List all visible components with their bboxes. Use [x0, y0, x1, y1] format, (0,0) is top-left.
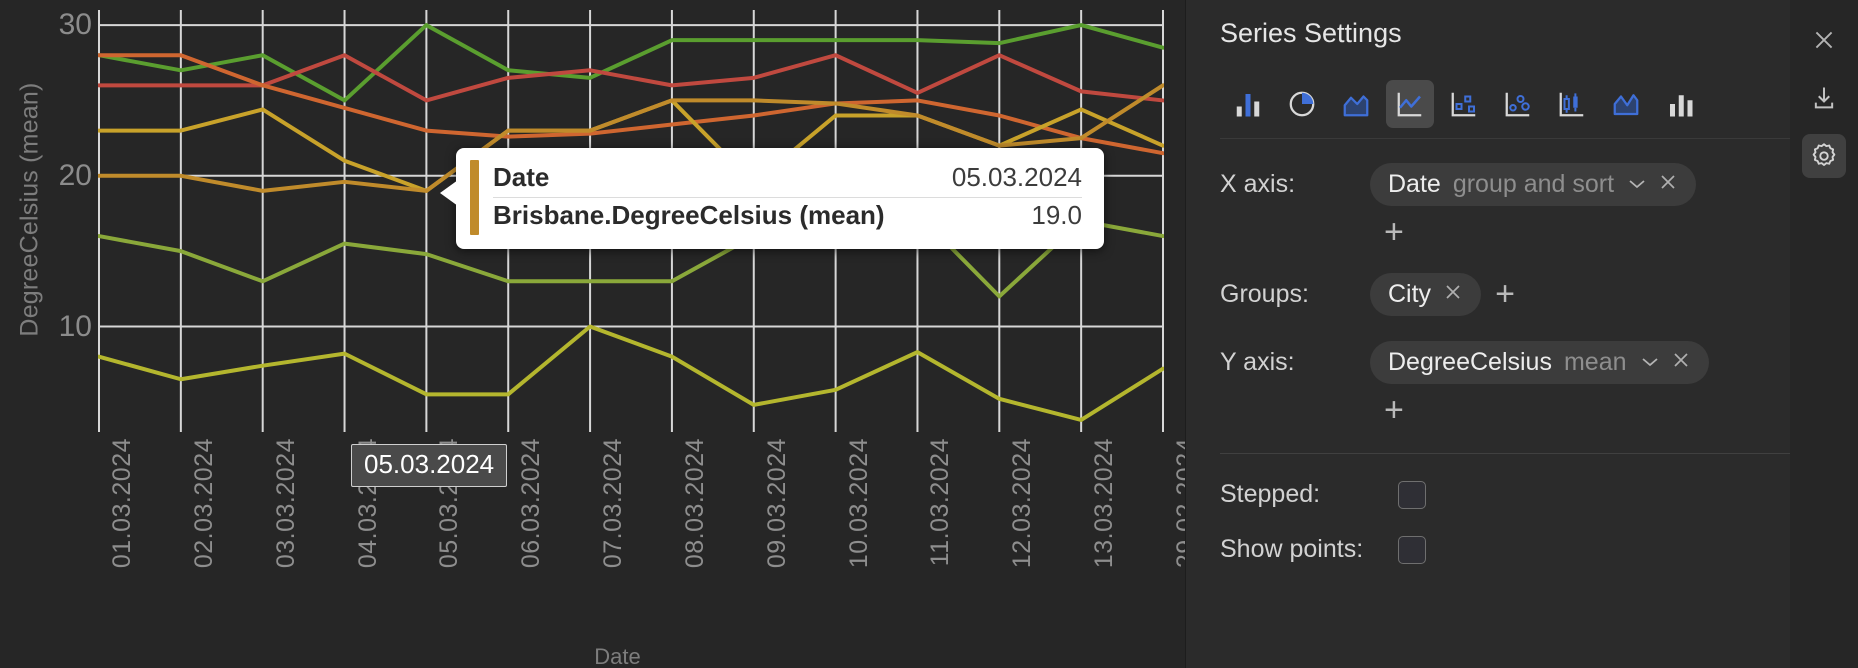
x-axis-chip-modifier: group and sort	[1452, 169, 1615, 198]
tooltip-row: Date 05.03.2024	[493, 160, 1082, 198]
y-axis-remove-icon[interactable]	[1671, 348, 1691, 377]
close-icon	[1815, 31, 1833, 49]
candlestick-chart-icon	[1559, 92, 1584, 117]
y-tick-label: 10	[58, 309, 92, 343]
chart-type-selector[interactable]	[1220, 74, 1824, 139]
x-tick-label: 02.03.2024	[189, 438, 218, 569]
x-tick-label: 08.03.2024	[680, 438, 709, 569]
pie-chart-icon	[1289, 91, 1315, 117]
settings-gear-icon	[1812, 143, 1836, 166]
x-axis-remove-icon[interactable]	[1658, 170, 1678, 199]
x-tick-label: 11.03.2024	[926, 438, 955, 567]
line-chart-icon	[1397, 92, 1422, 117]
chevron-down-icon[interactable]	[1628, 174, 1646, 195]
x-tick-label: 01.03.2024	[108, 438, 136, 569]
x-axis-field-row: X axis: Date group and sort	[1220, 161, 1822, 207]
groups-chip-name: City	[1388, 279, 1432, 308]
area-chart-icon	[1343, 95, 1369, 117]
tooltip-pointer	[440, 180, 458, 206]
x-tick-label: 13.03.2024	[1090, 438, 1119, 569]
chart-type-stacked-area-chart-button[interactable]	[1602, 80, 1650, 128]
chart-type-line-chart-button[interactable]	[1386, 80, 1434, 128]
tooltip-row-key: Date	[493, 162, 550, 192]
x-tick-label: 12.03.2024	[1008, 438, 1037, 569]
y-tick-label: 30	[58, 8, 92, 42]
panel-title: Series Settings	[1220, 17, 1402, 48]
scatter-square-chart-icon	[1451, 92, 1476, 117]
bubble-chart-icon	[1505, 92, 1530, 117]
x-tick-label: 09.03.2024	[762, 438, 791, 569]
tooltip-row-key: Brisbane.DegreeCelsius (mean)	[493, 200, 885, 230]
chart-type-area-chart-button[interactable]	[1332, 80, 1380, 128]
x-tick-label: 07.03.2024	[599, 438, 628, 569]
add-y-axis-button[interactable]: +	[1370, 393, 1418, 427]
y-axis-add-row: +	[1220, 393, 1822, 427]
x-axis-chip[interactable]: Date group and sort	[1370, 162, 1697, 206]
panel-divider	[1220, 453, 1822, 454]
close-window-button[interactable]	[1802, 18, 1846, 62]
y-axis-chip-modifier: mean	[1563, 347, 1627, 376]
y-axis-chip[interactable]: DegreeCelsius mean	[1370, 340, 1709, 384]
groups-remove-icon[interactable]	[1443, 280, 1463, 309]
app-root: DegreeCelsius (mean) 10 20 30 01.03.2024 02…	[0, 0, 1858, 668]
stepped-checkbox[interactable]	[1398, 480, 1426, 509]
chart-type-grouped-bar-chart-button[interactable]	[1656, 80, 1704, 128]
add-x-axis-button[interactable]: +	[1370, 215, 1418, 249]
y-axis-chip-name: DegreeCelsius	[1388, 347, 1552, 376]
show-points-checkbox[interactable]	[1398, 535, 1426, 564]
tooltip-row-value: 19.0	[1031, 200, 1082, 230]
show-points-option-row: Show points:	[1220, 535, 1822, 564]
right-rail	[1790, 0, 1858, 668]
bar-chart-icon	[1236, 94, 1260, 117]
grouped-bar-chart-icon	[1670, 95, 1693, 117]
y-axis-ticks: 10 20 30	[20, 8, 98, 432]
chart-pane: DegreeCelsius (mean) 10 20 30 01.03.2024 02…	[0, 0, 1200, 668]
chart-type-pie-chart-button[interactable]	[1278, 80, 1326, 128]
chart-type-candlestick-chart-button[interactable]	[1548, 80, 1596, 128]
groups-label: Groups:	[1220, 279, 1309, 308]
chart-type-scatter-square-chart-button[interactable]	[1440, 80, 1488, 128]
x-tick-label: 03.03.2024	[271, 438, 300, 569]
show-points-label: Show points:	[1220, 535, 1364, 563]
add-group-button[interactable]: +	[1481, 277, 1529, 311]
x-axis-label: X axis:	[1220, 169, 1296, 198]
y-axis-label: Y axis:	[1220, 347, 1295, 376]
stepped-label: Stepped:	[1220, 480, 1321, 508]
tooltip-row-value: 05.03.2024	[951, 162, 1082, 192]
x-axis-chip-name: Date	[1388, 169, 1441, 198]
panel-fields: X axis: Date group and sort + Groups: Ci…	[1186, 161, 1858, 564]
tooltip-rows: Date 05.03.2024 Brisbane.DegreeCelsius (me…	[493, 160, 1082, 235]
download-button[interactable]	[1802, 76, 1846, 120]
settings-button[interactable]	[1802, 134, 1846, 178]
chart-type-bubble-chart-button[interactable]	[1494, 80, 1542, 128]
chart-type-bar-chart-button[interactable]	[1224, 80, 1272, 128]
x-axis-add-row: +	[1220, 215, 1822, 249]
download-icon	[1814, 87, 1834, 109]
x-axis-ticks: 01.03.2024 02.03.2024 03.03.2024 04.03.2024…	[98, 438, 1200, 638]
chevron-down-icon[interactable]	[1641, 352, 1659, 373]
groups-chip[interactable]: City	[1370, 272, 1482, 316]
tooltip-row: Brisbane.DegreeCelsius (mean) 19.0	[493, 198, 1082, 235]
x-axis-title: Date	[594, 644, 641, 668]
x-tick-label: 10.03.2024	[844, 438, 873, 569]
y-tick-label: 20	[58, 158, 92, 192]
x-axis-highlight-label: 05.03.2024	[351, 444, 508, 487]
chart-tooltip: Date 05.03.2024 Brisbane.DegreeCelsius (me…	[456, 148, 1104, 249]
x-tick-label: 06.03.2024	[517, 438, 546, 569]
panel-header: Series Settings	[1186, 0, 1858, 66]
groups-field-row: Groups: City +	[1220, 271, 1822, 317]
y-axis-field-row: Y axis: DegreeCelsius mean	[1220, 339, 1822, 385]
series-settings-panel: Series Settings X axis: Date group and s…	[1185, 0, 1858, 668]
stacked-area-chart-icon	[1613, 94, 1639, 116]
tooltip-accent-bar	[470, 160, 479, 235]
stepped-option-row: Stepped:	[1220, 480, 1822, 509]
